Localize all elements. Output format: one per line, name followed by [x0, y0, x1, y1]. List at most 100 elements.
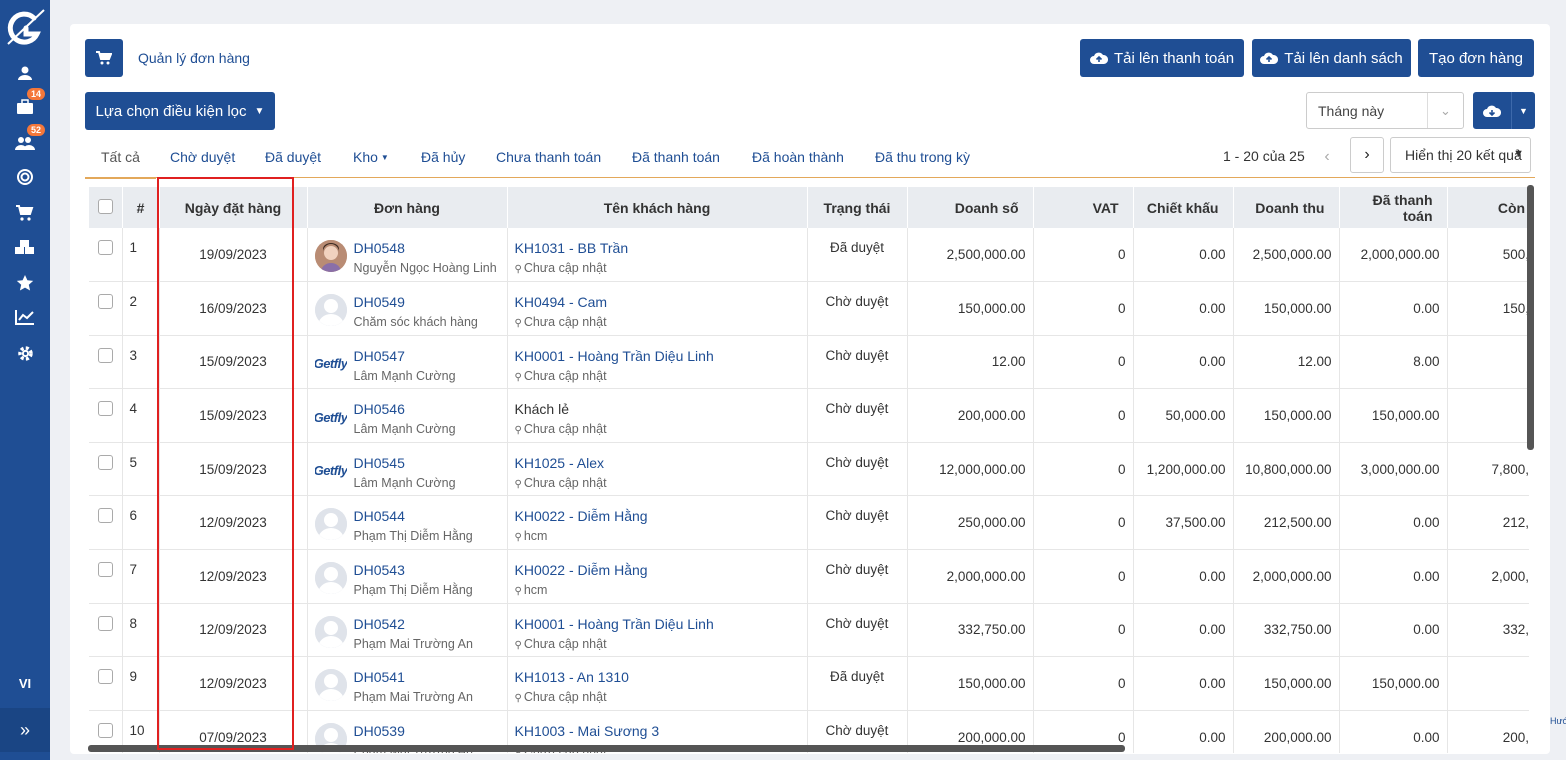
- table-row[interactable]: 4 15/09/2023 Getfly DH0546 Lâm Mạnh Cường Khá…: [89, 388, 1529, 443]
- customer-link[interactable]: KH0001 - Hoàng Trần Diệu Linh: [515, 348, 807, 364]
- col-discount-header[interactable]: Chiết khấu: [1133, 187, 1234, 228]
- help-hint[interactable]: Hướ: [1550, 716, 1566, 726]
- row-checkbox[interactable]: [97, 615, 113, 631]
- download-split-button[interactable]: ▼: [1473, 92, 1535, 129]
- col-order-header[interactable]: Đơn hàng: [307, 187, 508, 228]
- customer-link[interactable]: KH1025 - Alex: [515, 455, 807, 471]
- caret-down-icon[interactable]: ▼: [1511, 92, 1535, 129]
- tab-2[interactable]: Đã duyệt: [265, 149, 321, 165]
- filter-conditions-button[interactable]: Lựa chọn điều kiện lọc ▼: [85, 92, 275, 130]
- row-checkbox[interactable]: [97, 347, 113, 363]
- cell-remaining: 212,500: [1447, 495, 1529, 551]
- row-index: 6: [122, 495, 160, 551]
- table-row[interactable]: 1 19/09/2023 DH0548 Nguyễn Ngọc Hoàng Linh K…: [89, 228, 1529, 283]
- upload-payment-button[interactable]: Tải lên thanh toán: [1080, 39, 1244, 77]
- upload-list-button[interactable]: Tải lên danh sách: [1252, 39, 1411, 77]
- row-checkbox[interactable]: [97, 722, 113, 738]
- customer-link[interactable]: KH1031 - BB Trần: [515, 240, 807, 256]
- map-marker-icon: ⚲: [514, 425, 522, 437]
- sidebar-item-chart[interactable]: [10, 304, 40, 330]
- tab-4[interactable]: Đã hủy: [421, 149, 465, 165]
- order-code-link[interactable]: DH0539: [354, 723, 473, 739]
- address-text: Chưa cập nhật: [523, 475, 607, 490]
- table-row[interactable]: 8 12/09/2023 DH0542 Phạm Mai Trường An KH000…: [89, 603, 1529, 658]
- getfly-logo[interactable]: [4, 6, 46, 48]
- tab-0[interactable]: Tất cả: [85, 149, 156, 179]
- customer-link[interactable]: KH0001 - Hoàng Trần Diệu Linh: [515, 616, 807, 632]
- order-code-link[interactable]: DH0549: [354, 294, 478, 310]
- order-code-link[interactable]: DH0548: [354, 240, 497, 256]
- col-status-header[interactable]: Trạng thái: [807, 187, 908, 228]
- tab-6[interactable]: Đã thanh toán: [632, 149, 720, 165]
- cell-paid: 150,000.00: [1339, 388, 1448, 443]
- col-index-header[interactable]: #: [122, 187, 160, 228]
- row-checkbox[interactable]: [97, 401, 113, 417]
- cart-icon: [96, 51, 112, 65]
- tab-7[interactable]: Đã hoàn thành: [752, 149, 844, 165]
- row-checkbox[interactable]: [97, 454, 113, 470]
- table-row[interactable]: 6 12/09/2023 DH0544 Phạm Thị Diễm Hằng KH002…: [89, 495, 1529, 551]
- order-status: Chờ duyệt: [807, 603, 908, 658]
- order-code-link[interactable]: DH0545: [354, 455, 456, 471]
- map-marker-icon: ⚲: [514, 586, 522, 598]
- col-paid-header[interactable]: Đã thanh toán: [1339, 187, 1448, 228]
- row-checkbox[interactable]: [97, 562, 113, 578]
- select-all-checkbox[interactable]: [97, 198, 113, 214]
- customer-link[interactable]: KH0022 - Diễm Hằng: [515, 562, 807, 578]
- sidebar-item-star[interactable]: [10, 270, 40, 296]
- expand-sidebar-button[interactable]: »: [0, 708, 50, 752]
- col-vat-header[interactable]: VAT: [1033, 187, 1134, 228]
- cell-sales: 332,750.00: [907, 603, 1034, 658]
- table-row[interactable]: 2 16/09/2023 DH0549 Chăm sóc khách hàng KH04…: [89, 281, 1529, 336]
- sidebar-item-cart[interactable]: [10, 200, 40, 226]
- period-select[interactable]: Tháng này ⌄: [1306, 92, 1464, 129]
- customer-link[interactable]: KH0022 - Diễm Hằng: [515, 508, 807, 524]
- tab-5[interactable]: Chưa thanh toán: [496, 149, 601, 165]
- row-checkbox[interactable]: [97, 240, 113, 255]
- prev-page-button[interactable]: ‹: [1316, 140, 1338, 174]
- order-code-link[interactable]: DH0543: [354, 562, 473, 578]
- col-sales-header[interactable]: Doanh số: [907, 187, 1034, 228]
- table-row[interactable]: 5 15/09/2023 Getfly DH0545 Lâm Mạnh Cường KH1…: [89, 442, 1529, 497]
- table-row[interactable]: 3 15/09/2023 Getfly DH0547 Lâm Mạnh Cường KH0…: [89, 335, 1529, 390]
- col-customer-header[interactable]: Tên khách hàng: [507, 187, 808, 228]
- sidebar-item-boxes[interactable]: [10, 234, 40, 260]
- vertical-scrollbar[interactable]: [1527, 185, 1534, 450]
- order-status: Chờ duyệt: [807, 388, 908, 443]
- order-code-link[interactable]: DH0542: [354, 616, 473, 632]
- row-checkbox[interactable]: [97, 294, 113, 310]
- tab-1[interactable]: Chờ duyệt: [170, 149, 235, 165]
- sidebar-item-gear[interactable]: [10, 340, 40, 366]
- table-row[interactable]: 9 12/09/2023 DH0541 Phạm Mai Trường An KH101…: [89, 656, 1529, 711]
- default-avatar-icon: [314, 562, 347, 595]
- customer-link[interactable]: KH0494 - Cam: [515, 294, 807, 310]
- row-checkbox[interactable]: [97, 669, 113, 685]
- order-status: Chờ duyệt: [807, 495, 908, 551]
- tab-8[interactable]: Đã thu trong kỳ: [875, 149, 970, 165]
- page-size-value: Hiển thị 20 kết quả: [1405, 147, 1522, 163]
- row-checkbox[interactable]: [97, 508, 113, 524]
- create-order-button[interactable]: Tạo đơn hàng: [1418, 39, 1534, 77]
- order-cell: Getfly DH0547 Lâm Mạnh Cường: [307, 335, 508, 390]
- customer-link[interactable]: KH1003 - Mai Sương 3: [515, 723, 807, 739]
- cloud-download-icon[interactable]: [1473, 104, 1511, 118]
- col-remaining-header[interactable]: Còn lại: [1447, 187, 1529, 228]
- map-marker-icon: ⚲: [514, 639, 522, 651]
- order-code-link[interactable]: DH0547: [354, 348, 456, 364]
- order-code-link[interactable]: DH0541: [354, 669, 473, 685]
- tab-3[interactable]: Kho ▼: [353, 149, 389, 165]
- order-code-link[interactable]: DH0546: [354, 401, 456, 417]
- order-status: Đã duyệt: [807, 656, 908, 711]
- sidebar-item-target[interactable]: [10, 164, 40, 190]
- customer-link[interactable]: KH1013 - An 1310: [515, 669, 807, 685]
- order-code-link[interactable]: DH0544: [354, 508, 473, 524]
- col-revenue-header[interactable]: Doanh thu: [1233, 187, 1340, 228]
- language-switch[interactable]: VI: [0, 676, 50, 691]
- table-row[interactable]: 7 12/09/2023 DH0543 Phạm Thị Diễm Hằng KH002…: [89, 549, 1529, 604]
- cart-button[interactable]: [85, 39, 123, 77]
- page-size-select[interactable]: Hiển thị 20 kết quả ▼: [1390, 137, 1531, 173]
- sidebar-item-users[interactable]: 52: [10, 124, 46, 156]
- sidebar-item-user[interactable]: [10, 60, 40, 86]
- sidebar-item-briefcase[interactable]: 14: [10, 88, 46, 120]
- next-page-button[interactable]: ›: [1350, 137, 1384, 173]
